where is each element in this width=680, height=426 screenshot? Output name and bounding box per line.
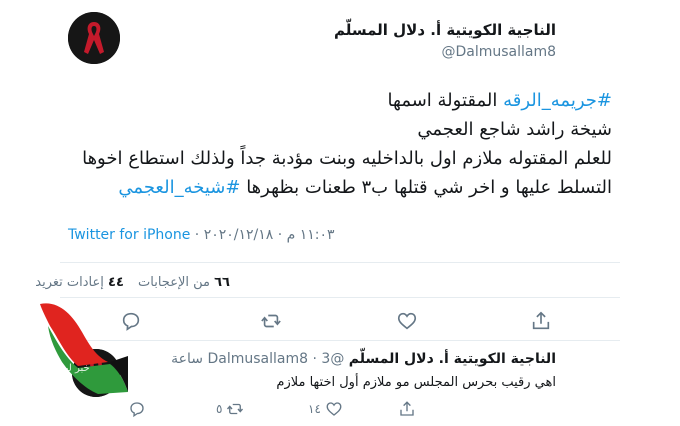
author-block: الناجية الكويتية أ. دلال المسلّم @Dalmus… [334,20,556,62]
reply-author-name[interactable]: الناجية الكويتية أ. دلال المسلّم [349,351,556,367]
tweet-line-text: التسلط عليها و اخر شي قتلها ب٣ طعنات بظه… [240,177,612,198]
reply-icon [122,312,140,331]
share-button[interactable] [530,310,552,332]
tweet-line-4: التسلط عليها و اخر شي قتلها ب٣ طعنات بظه… [52,173,612,202]
share-icon [400,401,414,416]
retweets-label: إعادات تغريد [35,275,104,290]
retweets-count: ٤٤ [108,275,124,290]
tweet-actions [120,310,560,332]
reply-retweet-button[interactable]: ٥ [216,399,244,419]
retweet-icon [261,314,281,328]
hashtag-link[interactable]: #شيخه_العجمي [118,177,240,198]
like-icon [326,402,342,416]
tweet-source-link[interactable]: Twitter for iPhone [68,227,190,243]
retweet-icon [227,403,244,415]
divider [60,262,620,263]
reply-retweet-count: ٥ [216,402,223,416]
ribbon-avatar-icon [68,12,120,64]
reply-text: اهي رقيب بحرس المجلس مو ملازم أول اختها … [276,375,556,390]
reply-header: الناجية الكويتية أ. دلال المسلّم @Dalmus… [171,351,556,367]
tweet-line-3: للعلم المقتوله ملازم اول بالداخليه وبنت … [82,148,612,169]
author-handle[interactable]: @Dalmusallam8 [334,42,556,62]
divider [60,297,620,298]
retweets-stat[interactable]: ٤٤ إعادات تغريد [35,275,124,290]
tweet-text: #جريمه_الرقه المقتولة اسمها شيخة راشد شا… [52,86,612,202]
likes-count: ٦٦ [214,275,230,290]
meta-separator: · [190,227,204,243]
watermark-text: خبر ليبس [50,363,90,374]
reply-like-button[interactable]: ١٤ [308,399,343,419]
retweet-button[interactable] [260,310,282,332]
tweet-line-text: المقتولة اسمها [387,90,504,111]
tweet-meta: Twitter for iPhone · ١١:٠٣ م · ٢٠٢٠/١٢/١… [68,227,335,243]
reply-like-count: ١٤ [308,402,321,416]
tweet-stats: ٦٦ من الإعجابات ٤٤ إعادات تغريد [25,275,230,290]
reply-reply-button[interactable] [128,399,146,419]
reply-icon [130,402,144,418]
reply-share-button[interactable] [398,399,416,419]
like-icon [397,312,417,330]
tweet-line-2: شيخة راشد شاجع العجمي [417,119,612,140]
author-avatar[interactable] [68,12,120,64]
reply-tweet[interactable]: الناجية الكويتية أ. دلال المسلّم @Dalmus… [0,341,680,426]
reply-actions: ٥ ١٤ [128,399,420,419]
author-name[interactable]: الناجية الكويتية أ. دلال المسلّم [334,20,556,40]
like-button[interactable] [396,310,418,332]
tweet-timestamp[interactable]: ١١:٠٣ م · ٢٠٢٠/١٢/١٨ [204,227,335,243]
tweet-line-1: #جريمه_الرقه المقتولة اسمها [52,86,612,115]
likes-label: من الإعجابات [138,275,210,290]
main-tweet: الناجية الكويتية أ. دلال المسلّم @Dalmus… [0,0,680,341]
share-icon [532,311,550,330]
likes-stat[interactable]: ٦٦ من الإعجابات [138,275,230,290]
hashtag-link[interactable]: #جريمه_الرقه [503,90,612,111]
reply-dot: · [312,351,317,367]
reply-button[interactable] [120,310,142,332]
